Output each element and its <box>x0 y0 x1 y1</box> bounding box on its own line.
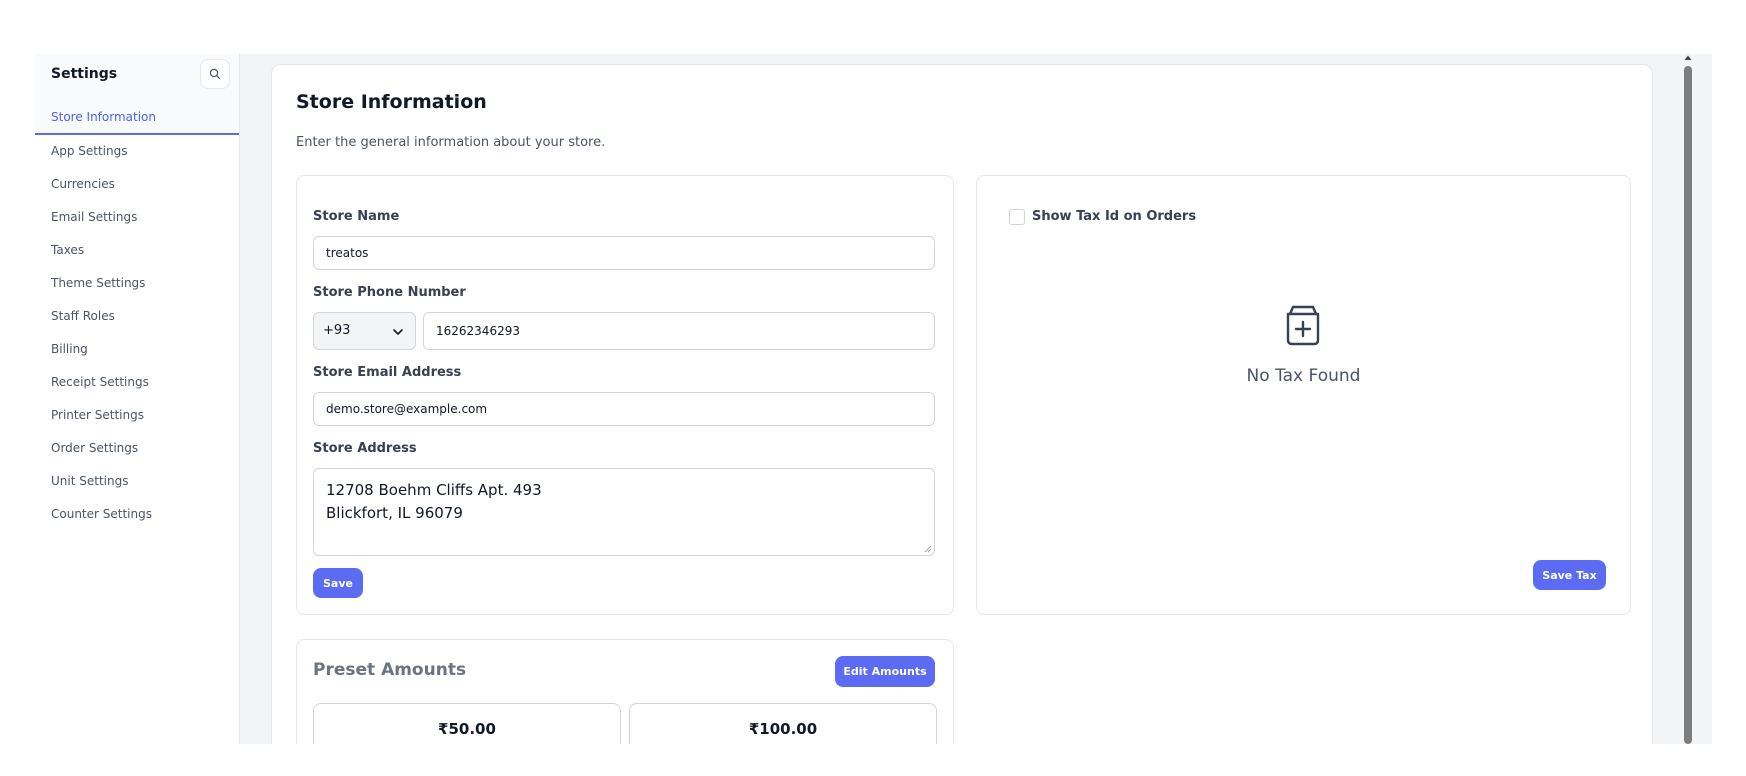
sidebar-item-label: App Settings <box>51 144 128 158</box>
store-form-card: Store Name treatos Store Phone Number +9… <box>296 175 954 615</box>
store-email-value: demo.store@example.com <box>326 402 488 416</box>
store-phone-input[interactable]: 16262346293 <box>423 312 935 350</box>
sidebar-item-receipt-settings[interactable]: Receipt Settings <box>35 366 239 399</box>
edit-amounts-button[interactable]: Edit Amounts <box>835 656 935 687</box>
store-name-value: treatos <box>326 246 369 260</box>
preset-amount-value: ₹50.00 <box>438 720 496 738</box>
store-name-label: Store Name <box>313 209 400 224</box>
save-tax-button[interactable]: Save Tax <box>1533 560 1606 590</box>
settings-app: Settings Store Information App Settings … <box>35 54 1712 744</box>
scroll-up-arrow-icon[interactable] <box>1683 54 1693 62</box>
sidebar-item-label: Taxes <box>51 243 85 257</box>
address-line-2: Blickfort, IL 96079 <box>326 504 463 522</box>
no-tax-found-text: No Tax Found <box>1246 366 1361 386</box>
settings-sidebar: Settings Store Information App Settings … <box>35 54 240 744</box>
sidebar-item-app-settings[interactable]: App Settings <box>35 135 239 168</box>
box-plus-icon <box>1286 305 1320 346</box>
show-tax-id-label: Show Tax Id on Orders <box>1032 209 1197 224</box>
save-store-button[interactable]: Save <box>313 568 363 598</box>
sidebar-item-label: Staff Roles <box>51 309 115 323</box>
store-email-label: Store Email Address <box>313 365 462 380</box>
preset-amounts-title: Preset Amounts <box>313 660 467 680</box>
tax-card: Show Tax Id on Orders No Tax Found Save … <box>976 175 1631 615</box>
sidebar-item-label: Order Settings <box>51 441 139 455</box>
sidebar-item-order-settings[interactable]: Order Settings <box>35 432 239 465</box>
sidebar-item-email-settings[interactable]: Email Settings <box>35 201 239 234</box>
sidebar-header: Settings <box>35 54 239 102</box>
sidebar-item-unit-settings[interactable]: Unit Settings <box>35 465 239 498</box>
store-email-input[interactable]: demo.store@example.com <box>313 392 935 426</box>
chevron-down-icon <box>393 329 403 335</box>
page-scrollbar[interactable] <box>1683 54 1693 744</box>
sidebar-item-store-information[interactable]: Store Information <box>35 102 239 135</box>
page-title: Store Information <box>296 91 487 113</box>
sidebar-item-taxes[interactable]: Taxes <box>35 234 239 267</box>
sidebar-item-theme-settings[interactable]: Theme Settings <box>35 267 239 300</box>
phone-country-code-select[interactable]: +93 <box>313 312 416 350</box>
scrollbar-thumb[interactable] <box>1684 66 1692 744</box>
sidebar-item-label: Printer Settings <box>51 408 144 422</box>
page-subtitle: Enter the general information about your… <box>296 135 606 150</box>
sidebar-item-label: Email Settings <box>51 210 138 224</box>
sidebar-item-printer-settings[interactable]: Printer Settings <box>35 399 239 432</box>
sidebar-item-currencies[interactable]: Currencies <box>35 168 239 201</box>
sidebar-title: Settings <box>51 66 118 82</box>
store-phone-label: Store Phone Number <box>313 285 466 300</box>
sidebar-item-label: Currencies <box>51 177 115 191</box>
sidebar-item-billing[interactable]: Billing <box>35 333 239 366</box>
phone-country-code-value: +93 <box>323 323 351 338</box>
sidebar-item-staff-roles[interactable]: Staff Roles <box>35 300 239 333</box>
preset-amount-1[interactable]: ₹50.00 <box>313 703 621 744</box>
sidebar-item-label: Billing <box>51 342 88 356</box>
sidebar-item-label: Receipt Settings <box>51 375 149 389</box>
sidebar-item-label: Theme Settings <box>51 276 146 290</box>
preset-amount-value: ₹100.00 <box>748 720 818 738</box>
store-address-label: Store Address <box>313 441 417 456</box>
address-line-1: 12708 Boehm Cliffs Apt. 493 <box>326 481 542 499</box>
edit-amounts-label: Edit Amounts <box>843 665 927 678</box>
save-tax-label: Save Tax <box>1542 568 1597 582</box>
preset-amounts-card: Preset Amounts Edit Amounts ₹50.00 ₹100.… <box>296 639 954 744</box>
store-address-textarea[interactable]: 12708 Boehm Cliffs Apt. 493 Blickfort, I… <box>313 468 935 556</box>
search-icon <box>209 68 221 80</box>
store-name-input[interactable]: treatos <box>313 236 935 270</box>
preset-amount-2[interactable]: ₹100.00 <box>629 703 937 744</box>
store-phone-value: 16262346293 <box>436 324 520 338</box>
sidebar-item-label: Store Information <box>51 110 156 124</box>
sidebar-item-label: Counter Settings <box>51 507 152 521</box>
resize-handle-icon[interactable] <box>924 545 932 553</box>
show-tax-id-checkbox[interactable] <box>1009 209 1025 225</box>
store-information-panel: Store Information Enter the general info… <box>271 64 1653 744</box>
sidebar-search-button[interactable] <box>200 59 230 89</box>
save-label: Save <box>323 576 353 590</box>
sidebar-item-counter-settings[interactable]: Counter Settings <box>35 498 239 531</box>
sidebar-item-label: Unit Settings <box>51 474 129 488</box>
